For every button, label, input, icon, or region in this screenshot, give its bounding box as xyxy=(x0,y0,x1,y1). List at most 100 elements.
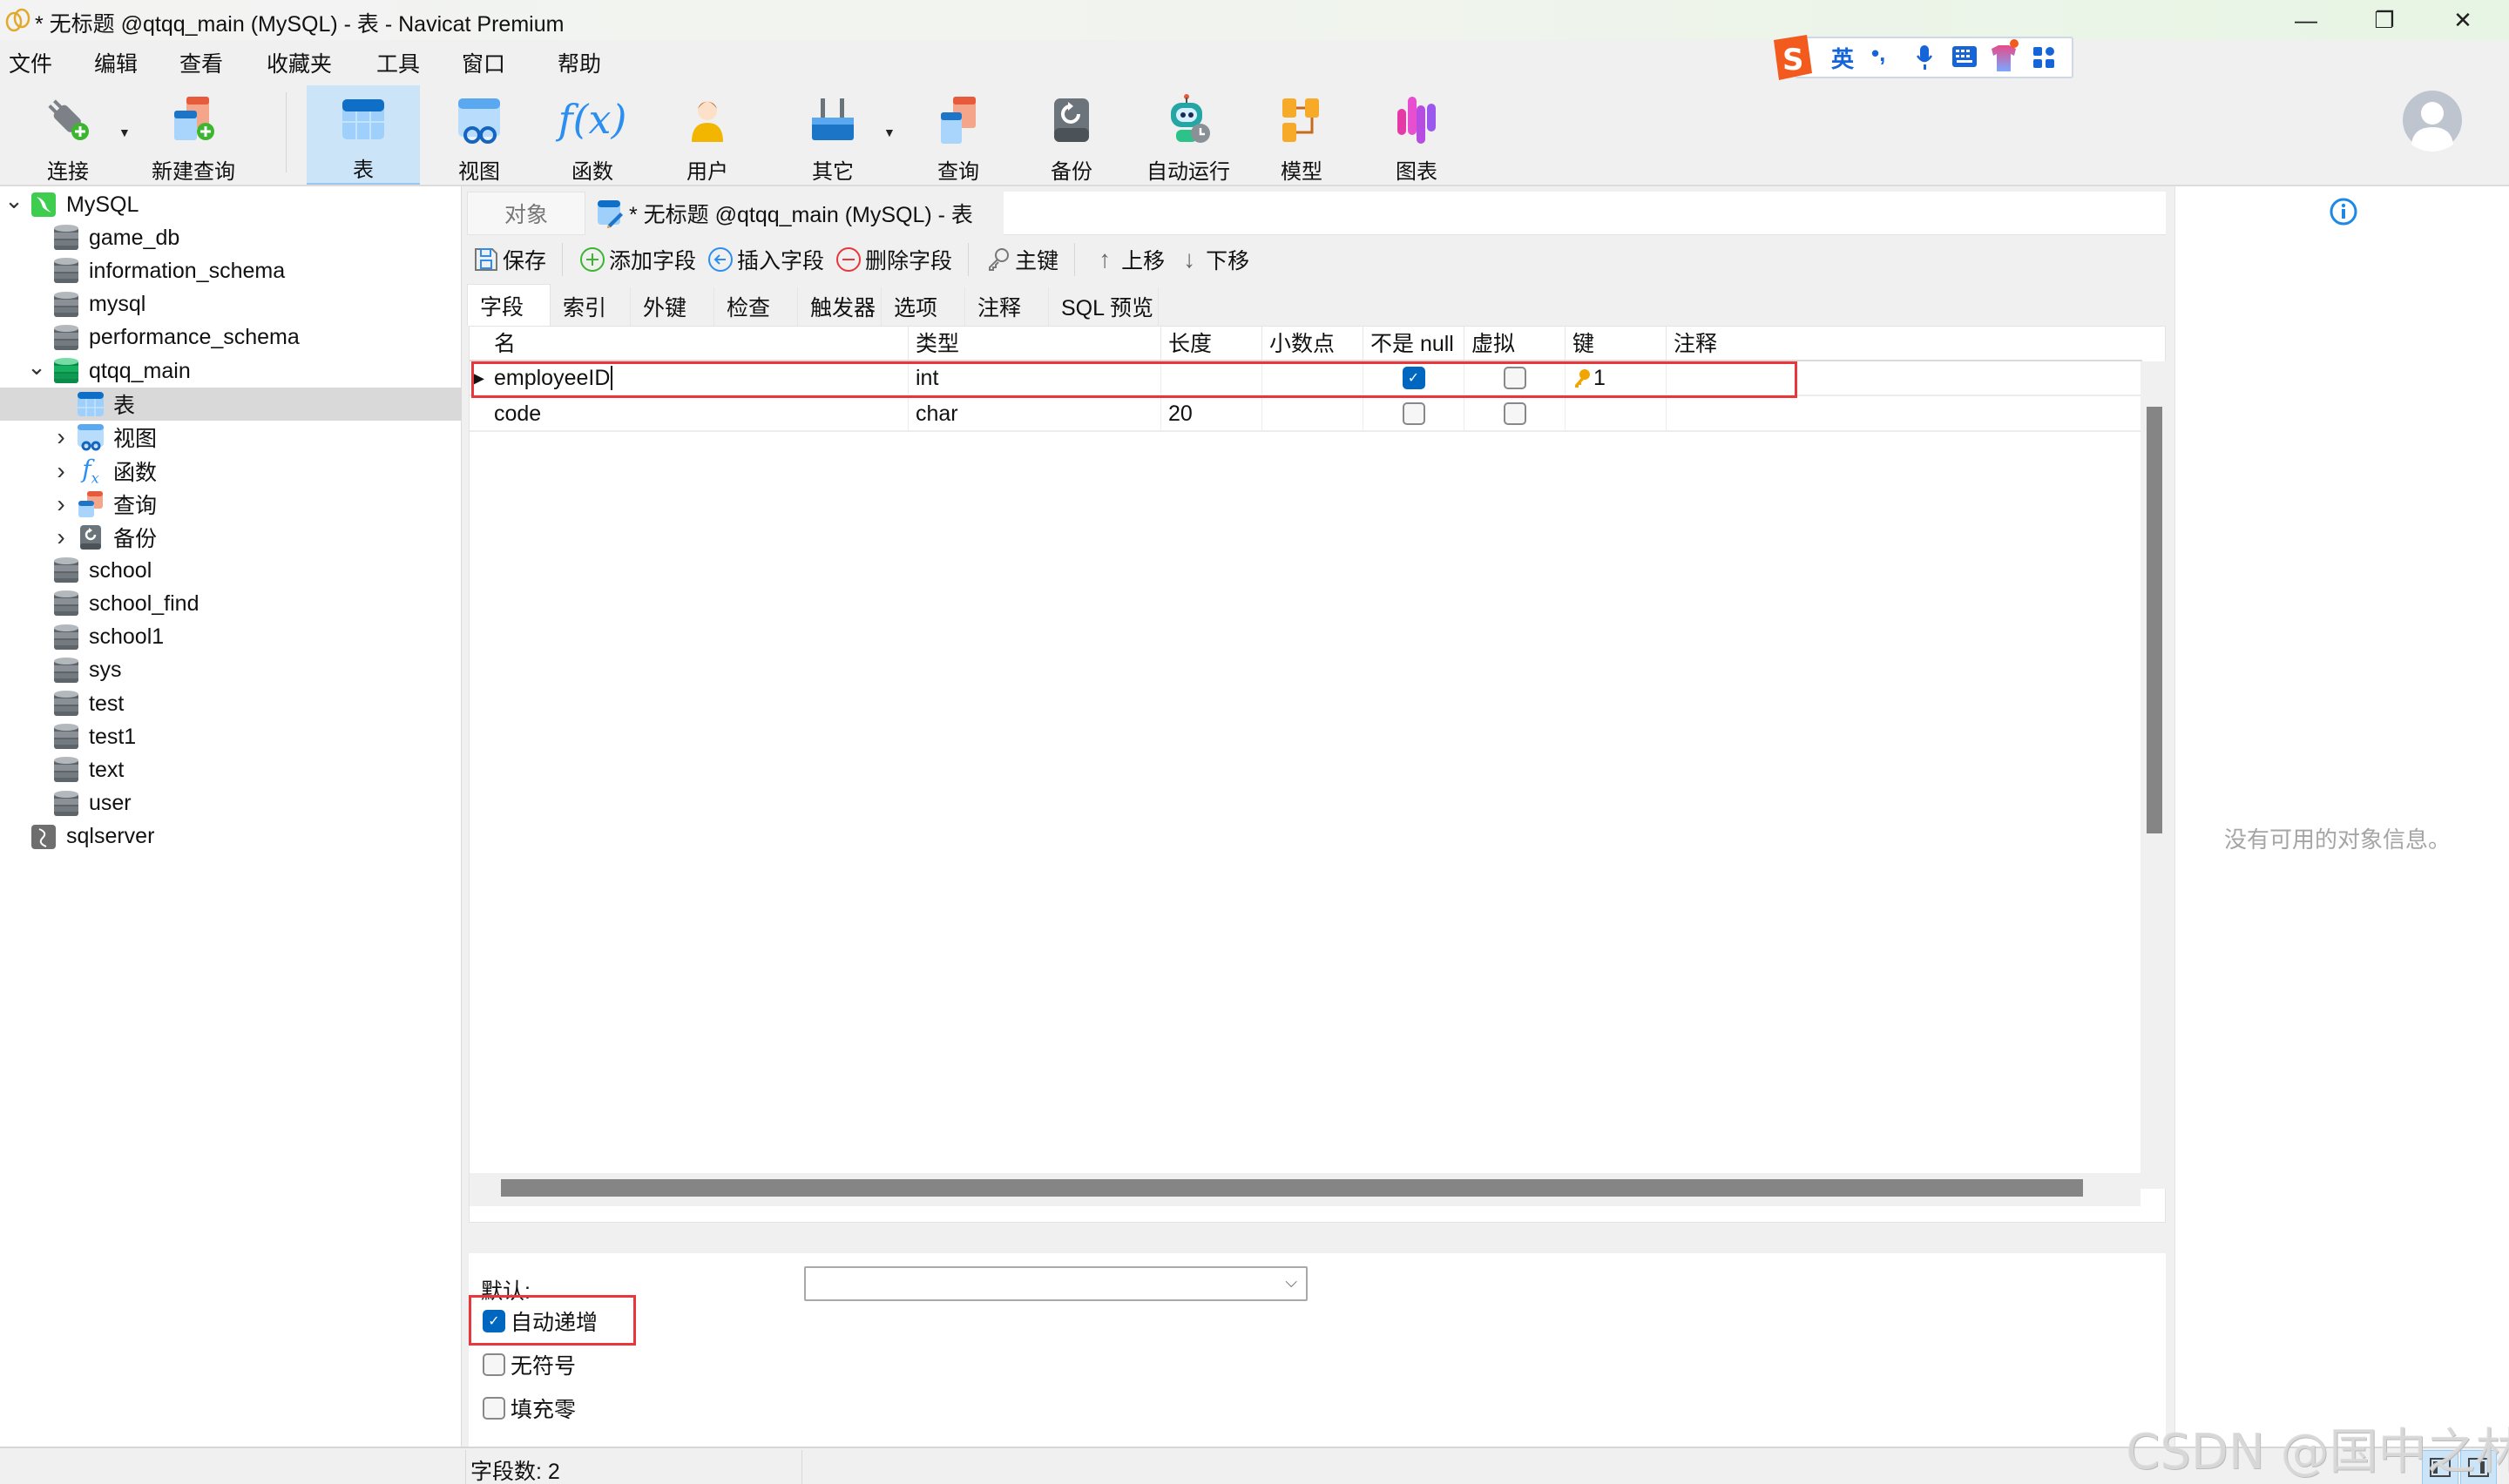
field-virtual-cell[interactable] xyxy=(1464,397,1566,430)
restore-button[interactable]: ❐ xyxy=(2345,0,2424,40)
tree-item[interactable]: ⌄ MySQL xyxy=(0,187,462,221)
menu-help[interactable]: 帮助 xyxy=(558,47,601,78)
field-key-cell[interactable] xyxy=(1566,397,1667,430)
unsigned-checkbox[interactable]: 无符号 xyxy=(483,1349,576,1380)
tree-item[interactable]: text xyxy=(0,753,462,786)
tab-checks[interactable]: 检查 xyxy=(714,287,798,326)
connect-dropdown-icon[interactable]: ▼ xyxy=(118,125,131,139)
column-header-key[interactable]: 键 xyxy=(1566,327,1667,360)
column-header-not-null[interactable]: 不是 null xyxy=(1363,327,1464,360)
default-value-select[interactable]: ⌵ xyxy=(804,1266,1308,1301)
save-button[interactable]: 保存 xyxy=(467,239,551,280)
minimize-button[interactable]: — xyxy=(2267,0,2345,40)
tab-triggers[interactable]: 触发器 xyxy=(798,287,882,326)
field-type-cell[interactable]: char xyxy=(909,397,1161,430)
tree-item[interactable]: › 视图 xyxy=(0,421,462,454)
tree-item[interactable]: information_schema xyxy=(0,254,462,287)
tree-item[interactable]: test xyxy=(0,687,462,720)
sogou-logo-icon[interactable]: S xyxy=(1768,33,1821,84)
keyboard-icon[interactable] xyxy=(1951,45,1978,68)
chevron-down-icon[interactable]: ⌄ xyxy=(26,354,47,381)
tree-item[interactable]: ⌄ qtqq_main xyxy=(0,354,462,388)
menu-view[interactable]: 查看 xyxy=(179,47,223,78)
table-button[interactable]: 表 xyxy=(307,85,420,185)
tree-item[interactable]: sqlserver xyxy=(0,820,462,853)
tree-item[interactable]: › fx 函数 xyxy=(0,455,462,488)
checkbox-unsigned[interactable] xyxy=(483,1353,505,1376)
backup-button[interactable]: 备份 xyxy=(1028,85,1115,185)
other-button[interactable]: 其它 xyxy=(789,85,876,185)
field-comment-cell[interactable] xyxy=(1667,397,1928,430)
info-icon[interactable] xyxy=(2329,197,2358,226)
user-button[interactable]: 用户 xyxy=(664,85,751,185)
chevron-down-icon[interactable]: ⌄ xyxy=(3,187,24,214)
field-length-cell[interactable]: 20 xyxy=(1161,397,1262,430)
ime-lang[interactable]: 英 xyxy=(1831,42,1854,74)
auto-increment-checkbox[interactable]: ✓ 自动递增 xyxy=(483,1305,598,1337)
tree-item[interactable]: school1 xyxy=(0,621,462,654)
tab-sql-preview[interactable]: SQL 预览 xyxy=(1049,287,1159,326)
connect-button[interactable]: 连接 xyxy=(26,85,110,185)
ime-toolbar[interactable]: S 英 •, xyxy=(1768,33,2075,81)
primary-key-button[interactable]: 主键 xyxy=(979,239,1064,280)
zerofill-checkbox[interactable]: 填充零 xyxy=(483,1393,576,1424)
tab-options[interactable]: 选项 xyxy=(882,287,965,326)
tree-item[interactable]: user xyxy=(0,787,462,820)
user-avatar-icon[interactable] xyxy=(2401,89,2464,152)
checkbox-zerofill[interactable] xyxy=(483,1397,505,1420)
menu-favorites[interactable]: 收藏夹 xyxy=(267,47,332,78)
tab-objects[interactable]: 对象 xyxy=(467,192,585,235)
move-down-button[interactable]: ↓ 下移 xyxy=(1170,239,1254,280)
tab-comment[interactable]: 注释 xyxy=(965,287,1049,326)
tree-item[interactable]: mysql xyxy=(0,288,462,321)
other-dropdown-icon[interactable]: ▼ xyxy=(883,125,896,139)
menu-file[interactable]: 文件 xyxy=(9,47,52,78)
tab-fields[interactable]: 字段 xyxy=(467,284,551,326)
tab-untitled-table[interactable]: * 无标题 @qtqq_main (MySQL) - 表 xyxy=(585,192,1004,235)
menu-edit[interactable]: 编辑 xyxy=(94,47,138,78)
tree-item[interactable]: sys xyxy=(0,654,462,687)
chevron-right-icon[interactable]: › xyxy=(51,523,71,551)
skin-icon[interactable] xyxy=(1988,38,2019,73)
column-header-type[interactable]: 类型 xyxy=(909,327,1161,360)
column-header-decimals[interactable]: 小数点 xyxy=(1262,327,1363,360)
grid-menu-icon[interactable] xyxy=(2032,45,2056,70)
menu-window[interactable]: 窗口 xyxy=(462,47,505,78)
field-not-null-cell[interactable] xyxy=(1363,397,1464,430)
chevron-right-icon[interactable]: › xyxy=(51,457,71,485)
model-button[interactable]: 模型 xyxy=(1258,85,1345,185)
new-query-button[interactable]: 新建查询 xyxy=(145,85,242,185)
tree-item[interactable]: › 备份 xyxy=(0,521,462,554)
tree-item[interactable]: performance_schema xyxy=(0,321,462,354)
chevron-right-icon[interactable]: › xyxy=(51,490,71,518)
field-decimals-cell[interactable] xyxy=(1262,397,1363,430)
tab-foreign-keys[interactable]: 外键 xyxy=(631,287,714,326)
menu-tools[interactable]: 工具 xyxy=(376,47,420,78)
close-button[interactable]: ✕ xyxy=(2424,0,2502,40)
insert-field-button[interactable]: 插入字段 xyxy=(701,239,829,280)
tree-item[interactable]: game_db xyxy=(0,221,462,254)
move-up-button[interactable]: ↑ 上移 xyxy=(1085,239,1170,280)
query-button[interactable]: 查询 xyxy=(915,85,1002,185)
virtual-checkbox[interactable] xyxy=(1503,402,1526,425)
view-button[interactable]: 视图 xyxy=(436,85,523,185)
column-header-comment[interactable]: 注释 xyxy=(1667,327,1928,360)
delete-field-button[interactable]: 删除字段 xyxy=(829,239,957,280)
field-name-cell[interactable]: code xyxy=(487,397,909,430)
tab-indexes[interactable]: 索引 xyxy=(551,287,631,326)
column-header-virtual[interactable]: 虚拟 xyxy=(1464,327,1566,360)
ime-punct[interactable]: •, xyxy=(1871,40,1885,67)
not-null-checkbox[interactable] xyxy=(1402,402,1425,425)
tree-item[interactable]: › 查询 xyxy=(0,488,462,521)
tree-item[interactable]: school xyxy=(0,554,462,587)
automation-button[interactable]: 自动运行 xyxy=(1138,85,1239,185)
tree-item[interactable]: test1 xyxy=(0,720,462,753)
add-field-button[interactable]: 添加字段 xyxy=(573,239,701,280)
column-header-name[interactable]: 名 xyxy=(487,327,909,360)
chevron-right-icon[interactable]: › xyxy=(51,423,71,451)
microphone-icon[interactable] xyxy=(1915,44,1934,71)
column-header-length[interactable]: 长度 xyxy=(1161,327,1262,360)
vertical-scrollbar-thumb[interactable] xyxy=(2147,407,2162,833)
tree-item[interactable]: 表 xyxy=(0,388,462,422)
tree-item[interactable]: school_find xyxy=(0,587,462,620)
